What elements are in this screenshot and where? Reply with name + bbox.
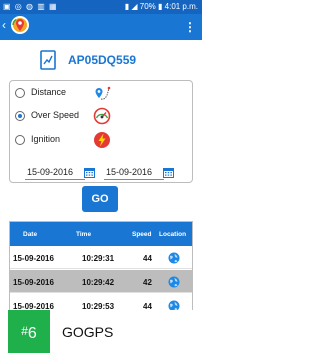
table-row[interactable]: 15-09-2016 10:29:42 42 <box>10 270 192 293</box>
option-label: Over Speed <box>31 110 80 120</box>
rank-number: 6 <box>27 325 37 342</box>
to-date-underline <box>104 179 164 180</box>
cell-date: 15-09-2016 <box>13 278 54 287</box>
status-right-info: ▮ ◢ 70% ▮ 4:01 p.m. <box>124 2 198 11</box>
vehicle-number: AP05DQ559 <box>68 53 137 67</box>
cell-speed: 44 <box>143 254 152 263</box>
globe-location-icon[interactable] <box>168 252 180 264</box>
chevron-left-icon[interactable]: ‹ <box>2 18 6 32</box>
report-options-panel: Distance Over Speed Ignition 15-09-2016 … <box>9 80 193 183</box>
radio-ignition[interactable] <box>15 135 25 145</box>
option-label: Distance <box>31 87 67 97</box>
header-speed: Speed <box>132 231 152 238</box>
route-pin-icon <box>95 86 111 100</box>
table-row[interactable]: 15-09-2016 10:29:31 44 <box>10 246 192 269</box>
from-date-underline <box>25 179 85 180</box>
app-logo-icon[interactable] <box>11 16 29 34</box>
app-bar: ‹ ⋮ <box>0 14 202 40</box>
calendar-icon[interactable] <box>163 167 174 178</box>
go-button[interactable]: GO <box>82 186 118 212</box>
option-label: Ignition <box>31 134 61 144</box>
header-date: Date <box>23 231 38 238</box>
ignition-icon <box>94 132 110 148</box>
header-time: Time <box>76 231 92 238</box>
document-chart-icon <box>40 50 56 70</box>
table-header: Date Time Speed Location <box>10 222 192 246</box>
status-bar: ▣ ◎ ◍ ▥ ▦ ▮ ◢ 70% ▮ 4:01 p.m. <box>0 0 202 14</box>
cell-speed: 42 <box>143 278 152 287</box>
radio-over-speed[interactable] <box>15 111 25 121</box>
cell-time: 10:29:42 <box>82 278 115 287</box>
globe-location-icon[interactable] <box>168 276 180 288</box>
rank-badge: #6 <box>8 310 50 353</box>
calendar-icon[interactable] <box>84 167 95 178</box>
app-rank-banner: #6 GOGPS <box>0 310 202 359</box>
status-notification-icons: ▣ ◎ ◍ ▥ ▦ <box>3 2 58 11</box>
to-date-value: 15-09-2016 <box>106 167 153 177</box>
radio-distance[interactable] <box>15 88 25 98</box>
app-name: GOGPS <box>62 324 114 340</box>
more-vertical-icon[interactable]: ⋮ <box>184 20 196 34</box>
header-location: Location <box>159 231 187 238</box>
from-date-value: 15-09-2016 <box>27 167 74 177</box>
speedometer-icon <box>93 107 111 125</box>
cell-date: 15-09-2016 <box>13 254 54 263</box>
cell-time: 10:29:31 <box>82 254 115 263</box>
